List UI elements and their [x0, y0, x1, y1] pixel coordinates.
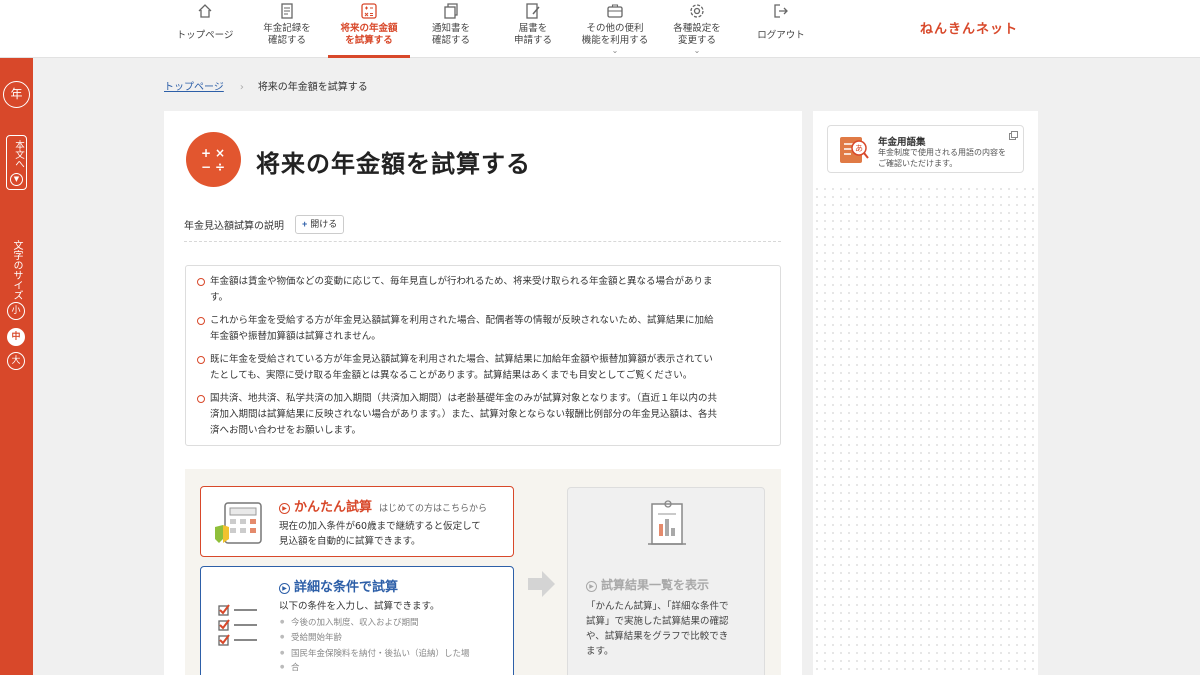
- accessibility-rail: 年 本文へ ▼ 文字のサイズ 小 中 大: [0, 58, 33, 675]
- play-circle-icon: ▶: [586, 581, 597, 592]
- sidebar-dot-pattern: [813, 185, 1038, 675]
- font-size-large-button[interactable]: 大: [7, 352, 25, 370]
- skip-to-content-button[interactable]: 本文へ ▼: [6, 135, 27, 190]
- play-circle-icon: ▶: [279, 583, 290, 594]
- nav-item-label: ログアウト: [757, 30, 805, 41]
- condition-item: 受給開始年齢: [280, 631, 342, 643]
- breadcrumb: トップページ › 将来の年金額を試算する: [164, 78, 368, 93]
- nav-item-label: その他の便利 機能を利用する: [581, 23, 649, 46]
- simulation-results-card: ▶ 試算結果一覧を表示 「かんたん試算」、「詳細な条件で 試算」で実施した試算結果の…: [567, 487, 765, 675]
- calculator-icon: [361, 3, 377, 19]
- main-content: + × − ÷ 将来の年金額を試算する 年金見込額試算の説明 + 開ける 年金額は賃金…: [164, 111, 802, 675]
- notice-box: 年金額は賃金や物価などの変動に応じて、毎年見直しが行われるため、将来受け取られる…: [185, 265, 781, 446]
- record-book-icon: [281, 3, 293, 19]
- nav-item-label: 通知書を 確認する: [431, 23, 470, 46]
- nav-item-settings[interactable]: 各種設定を 変更する ⌄: [656, 0, 738, 58]
- expand-button-label: 開ける: [310, 219, 338, 229]
- top-navigation: トップページ 年金記録を 確認する 将来の年金額 を試算する 通知書を 確認する…: [0, 0, 1200, 58]
- arrow-right-icon: [528, 571, 555, 597]
- gear-icon: [690, 4, 704, 18]
- briefcase-icon: [607, 4, 623, 18]
- nav-item-label: 年金記録を 確認する: [263, 23, 311, 46]
- nav-item-notices[interactable]: 通知書を 確認する: [410, 0, 492, 58]
- calculator-illustration-icon: [215, 502, 262, 544]
- notice-item: 国共済、地共済、私学共済の加入期間（共済加入期間）は老齢基礎年金のみが試算対象と…: [197, 391, 770, 439]
- page-title: 将来の年金額を試算する: [256, 150, 531, 178]
- notice-item: 年金額は賃金や物価などの変動に応じて、毎年見直しが行われるため、将来受け取られる…: [197, 274, 770, 306]
- nav-item-applications[interactable]: 届書を 申請する: [492, 0, 574, 58]
- font-size-medium-button[interactable]: 中: [7, 328, 25, 346]
- results-list-title: ▶ 試算結果一覧を表示: [586, 576, 709, 593]
- glossary-description: 年金制度で使用される用語の内容を ご確認いただけます。: [878, 148, 1006, 168]
- chevron-down-icon: ▼: [10, 173, 23, 186]
- breadcrumb-home-link[interactable]: トップページ: [164, 82, 224, 93]
- detailed-simulation-title[interactable]: ▶ 詳細な条件で試算: [279, 576, 398, 595]
- easy-simulation-subtitle: はじめての方はこちらから: [379, 504, 488, 514]
- easy-simulation-card[interactable]: ▶ かんたん試算 はじめての方はこちらから 現在の加入条件が60歳まで継続すると仮定…: [200, 486, 514, 557]
- nav-item-logout[interactable]: ログアウト: [740, 0, 822, 58]
- documents-icon: [444, 3, 458, 19]
- external-window-icon: [1009, 131, 1018, 140]
- results-list-description: 「かんたん試算」、「詳細な条件で 試算」で実施した試算結果の確認 や、試算結果をグラ…: [586, 601, 729, 657]
- chevron-down-icon: ⌄: [693, 46, 701, 55]
- font-size-title: 文字のサイズ: [11, 240, 22, 300]
- report-chart-icon: [648, 500, 686, 545]
- home-icon: [198, 4, 212, 18]
- nav-item-label: 各種設定を 変更する: [673, 23, 721, 46]
- condition-item: 今後の加入制度、収入および期間: [280, 616, 418, 628]
- detailed-simulation-card[interactable]: ▶詳細な条件で試算 以下の条件を入力し、試算できます。 今後の加入制度、収入およ…: [200, 566, 514, 675]
- notice-item: 既に年金を受給されている方が年金見込額試算を利用された場合、試算結果に加給年金額…: [197, 352, 770, 384]
- breadcrumb-separator-icon: ›: [239, 82, 244, 93]
- checklist-icon: [218, 604, 257, 646]
- expand-explanation-button[interactable]: + 開ける: [295, 215, 345, 234]
- skip-to-content-label: 本文へ: [13, 140, 24, 169]
- nav-item-records[interactable]: 年金記録を 確認する: [246, 0, 328, 58]
- glossary-title: 年金用語集: [878, 137, 926, 148]
- nav-item-estimate[interactable]: 将来の年金額 を試算する: [328, 0, 410, 58]
- font-size-small-button[interactable]: 小: [7, 302, 25, 320]
- easy-simulation-description: 見込額を自動的に試算できます。: [279, 536, 421, 547]
- chevron-down-icon: ⌄: [611, 46, 619, 55]
- condition-item: 国民年金保険料を納付・後払い（追納）した場: [280, 647, 469, 659]
- glossary-book-icon: あ: [840, 137, 869, 163]
- plus-icon: +: [302, 219, 308, 229]
- nav-item-label: トップページ: [176, 30, 234, 41]
- site-seal-logo: 年: [3, 81, 30, 108]
- nav-item-label: 届書を 申請する: [513, 23, 552, 46]
- explanation-label: 年金見込額試算の説明: [184, 221, 284, 232]
- detailed-simulation-description: 以下の条件を入力し、試算できます。: [279, 601, 440, 612]
- svg-text:あ: あ: [855, 144, 863, 153]
- nav-item-other-features[interactable]: その他の便利 機能を利用する ⌄: [574, 0, 656, 58]
- divider: [184, 241, 781, 242]
- logout-icon: [774, 4, 788, 18]
- form-pen-icon: [526, 3, 540, 19]
- nav-item-top-page[interactable]: トップページ: [164, 0, 246, 58]
- play-circle-icon: ▶: [279, 503, 290, 514]
- easy-simulation-title[interactable]: ▶ かんたん試算 はじめての方はこちらから: [279, 496, 487, 515]
- nav-item-label: 将来の年金額 を試算する: [340, 23, 398, 46]
- calculator-icon: + × − ÷: [186, 132, 241, 187]
- breadcrumb-current: 将来の年金額を試算する: [257, 82, 368, 93]
- notice-item: これから年金を受給する方が年金見込額試算を利用された場合、配偶者等の情報が反映さ…: [197, 313, 770, 345]
- brand-logo[interactable]: ねんきんネット: [920, 18, 1018, 37]
- glossary-link-card[interactable]: あ 年金用語集 年金制度で使用される用語の内容を ご確認いただけます。: [827, 125, 1024, 173]
- condition-item-continued: 合: [281, 661, 300, 673]
- easy-simulation-description: 現在の加入条件が60歳まで継続すると仮定して: [279, 521, 481, 532]
- simulation-options-panel: ▶ かんたん試算 はじめての方はこちらから 現在の加入条件が60歳まで継続すると仮定…: [185, 469, 781, 675]
